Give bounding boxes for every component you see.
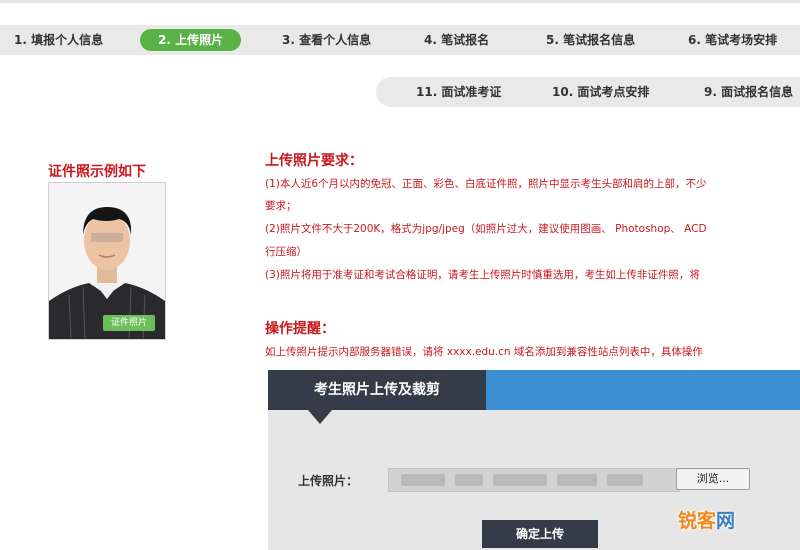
site-watermark: 锐客网 xyxy=(678,506,735,533)
blurred-text xyxy=(607,474,643,486)
browse-button[interactable]: 浏览... xyxy=(676,468,750,490)
tab-step-5[interactable]: 5. 笔试报名信息 xyxy=(546,25,635,55)
blurred-text xyxy=(455,474,483,486)
step-tabs-row-2: 11. 面试准考证 10. 面试考点安排 9. 面试报名信息 xyxy=(376,77,800,107)
upload-photo-label: 上传照片： xyxy=(298,474,359,488)
upload-panel-title: 考生照片上传及裁剪 xyxy=(268,370,486,410)
tab-step-11[interactable]: 11. 面试准考证 xyxy=(416,77,501,107)
requirement-line-2: 要求； xyxy=(265,200,297,212)
top-divider xyxy=(0,0,800,3)
upload-panel-header-bar xyxy=(486,370,800,410)
watermark-part-1: 锐客 xyxy=(678,510,717,532)
requirement-line-3: (2)照片文件不大于200K，格式为jpg/jpeg（如照片过大，建议使用图画、… xyxy=(265,223,707,235)
sample-photo: 证件照片 xyxy=(48,182,166,340)
tab-step-1[interactable]: 1. 填报个人信息 xyxy=(14,25,103,55)
step-tabs-row-1: 1. 填报个人信息 2. 上传照片 3. 查看个人信息 4. 笔试报名 5. 笔… xyxy=(0,25,800,55)
tab-step-9[interactable]: 9. 面试报名信息 xyxy=(704,77,793,107)
blurred-text xyxy=(557,474,597,486)
tab-step-4[interactable]: 4. 笔试报名 xyxy=(424,25,489,55)
panel-pointer-icon xyxy=(308,410,332,424)
requirement-line-1: (1)本人近6个月以内的免冠、正面、彩色、白底证件照，照片中显示考生头部和肩的上… xyxy=(265,178,707,190)
sample-photo-badge: 证件照片 xyxy=(103,315,155,331)
blurred-text xyxy=(493,474,547,486)
operation-title: 操作提醒： xyxy=(265,321,335,337)
tab-step-6[interactable]: 6. 笔试考场安排 xyxy=(688,25,777,55)
operation-text: 如上传照片提示内部服务器错误，请将 xxxx.edu.cn 域名添加到兼容性站点… xyxy=(265,346,703,358)
confirm-upload-button[interactable]: 确定上传 xyxy=(482,520,598,548)
tab-step-2-active[interactable]: 2. 上传照片 xyxy=(140,29,242,51)
requirement-line-5: (3)照片将用于准考证和考试合格证明，请考生上传照片时慎重选用，考生如上传非证件… xyxy=(265,269,700,281)
blurred-text xyxy=(401,474,445,486)
requirement-line-4: 行压缩） xyxy=(265,246,307,258)
tab-step-3[interactable]: 3. 查看个人信息 xyxy=(282,25,371,55)
tab-step-10[interactable]: 10. 面试考点安排 xyxy=(552,77,649,107)
sample-photo-title: 证件照示例如下 xyxy=(48,164,146,180)
file-path-input[interactable] xyxy=(388,468,680,492)
requirements-title: 上传照片要求： xyxy=(265,153,363,169)
watermark-part-2: 网 xyxy=(716,510,736,532)
